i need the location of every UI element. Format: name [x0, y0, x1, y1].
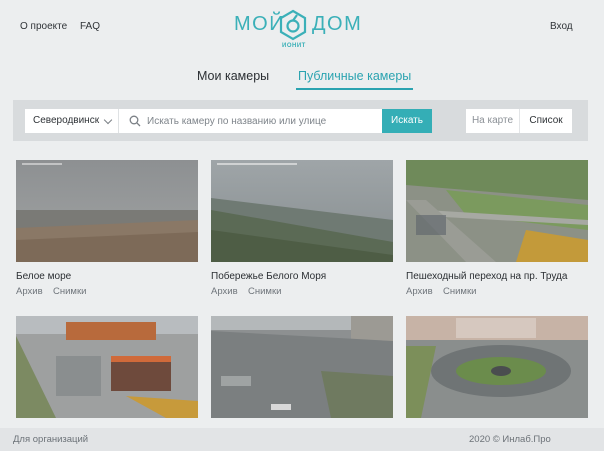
camera-title[interactable]: Побережье Белого Моря — [211, 271, 326, 282]
top-header: О проекте FAQ МОЙ ДОМ ИОНИТ Вход — [0, 0, 604, 60]
chevron-down-icon — [103, 115, 113, 125]
tab-public-cameras[interactable]: Публичные камеры — [298, 69, 411, 83]
camera-thumbnail[interactable] — [16, 160, 198, 262]
for-organizations-link[interactable]: Для организаций — [13, 434, 88, 445]
city-select[interactable]: Северодвинск — [25, 109, 119, 133]
camera-preview-image — [16, 160, 198, 262]
about-link[interactable]: О проекте — [20, 21, 67, 32]
camera-title[interactable]: Белое море — [16, 271, 71, 282]
archive-link[interactable]: Архив — [211, 286, 238, 297]
snapshots-link[interactable]: Снимки — [53, 286, 86, 297]
camera-thumbnail[interactable] — [406, 160, 588, 262]
city-select-value: Северодвинск — [33, 115, 100, 126]
camera-thumbnail[interactable] — [211, 160, 393, 262]
snapshots-link[interactable]: Снимки — [443, 286, 476, 297]
house-logo-icon — [279, 9, 307, 41]
logo-word-right: ДОМ — [312, 13, 363, 35]
list-view-toggle[interactable]: Список — [519, 109, 572, 133]
camera-thumbnail[interactable] — [16, 316, 198, 418]
camera-title[interactable]: Пешеходный переход на пр. Труда — [406, 271, 567, 282]
archive-link[interactable]: Архив — [406, 286, 433, 297]
snapshots-link[interactable]: Снимки — [248, 286, 281, 297]
login-link[interactable]: Вход — [550, 21, 573, 32]
tab-my-cameras[interactable]: Мои камеры — [197, 69, 269, 83]
camera-preview-image — [16, 316, 198, 418]
logo-subtitle: ИОНИТ — [282, 43, 306, 49]
camera-thumbnail[interactable] — [211, 316, 393, 418]
archive-link[interactable]: Архив — [16, 286, 43, 297]
camera-preview-image — [211, 316, 393, 418]
faq-link[interactable]: FAQ — [80, 21, 100, 32]
copyright-text: 2020 © Инлаб.Про — [469, 434, 551, 445]
site-logo[interactable]: МОЙ ДОМ ИОНИТ — [234, 9, 361, 53]
map-view-toggle[interactable]: На карте — [466, 109, 519, 133]
search-button[interactable]: Искать — [382, 109, 432, 133]
search-input[interactable] — [147, 109, 379, 133]
camera-thumbnail[interactable] — [406, 316, 588, 418]
search-field — [119, 109, 383, 133]
search-icon — [129, 115, 141, 127]
camera-preview-image — [406, 316, 588, 418]
camera-preview-image — [211, 160, 393, 262]
active-tab-indicator — [296, 88, 413, 90]
camera-preview-image — [406, 160, 588, 262]
